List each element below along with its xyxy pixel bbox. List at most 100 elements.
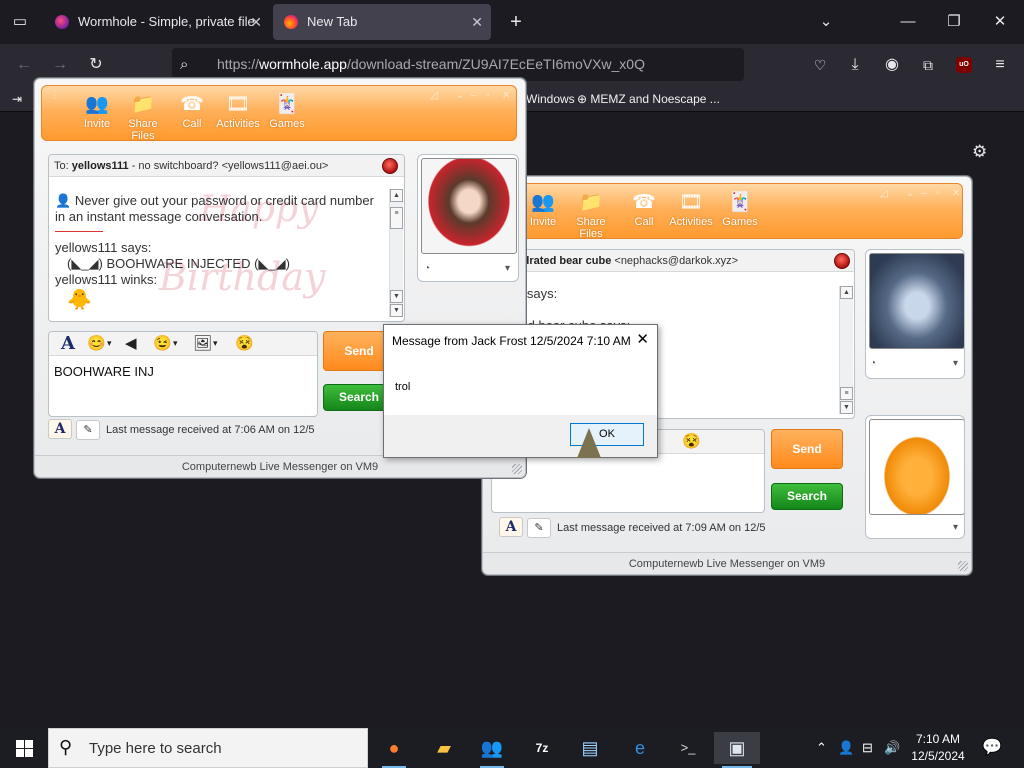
send-button[interactable]: Send xyxy=(771,429,843,469)
taskbar-search-box[interactable]: ⚲ Type here to search xyxy=(48,728,368,768)
chevron-down-icon[interactable]: ▾ xyxy=(953,522,958,533)
own-display-picture[interactable]: ▾ xyxy=(865,415,965,539)
block-contact-icon[interactable] xyxy=(382,158,398,174)
chevron-down-icon[interactable]: ▾ xyxy=(107,338,112,349)
chevron-down-icon[interactable]: ▾ xyxy=(953,358,958,369)
activities-button[interactable]: 🎞 Activities xyxy=(668,190,714,228)
wink-icon[interactable]: 😉 xyxy=(153,334,172,352)
tab-close-icon[interactable]: ✕ xyxy=(471,4,483,40)
contact-display-picture[interactable]: ◔ ▾ xyxy=(865,249,965,379)
background-icon[interactable]: 🖼 xyxy=(193,334,212,352)
tab-close-icon[interactable]: ✕ xyxy=(250,4,262,40)
bookmark-memz[interactable]: ⊕ MEMZ and Noescape ... xyxy=(577,86,720,112)
minimize-icon[interactable]: — xyxy=(890,0,926,44)
message-draft-text[interactable]: BOOHWARE INJ xyxy=(54,364,154,379)
pin-icon[interactable]: ◿ xyxy=(880,188,888,199)
clock-date: 12/5/2024 xyxy=(911,749,965,763)
nudge-icon[interactable]: 😵 xyxy=(235,334,254,352)
chevron-down-icon[interactable]: ▾ xyxy=(505,263,510,274)
share-files-button[interactable]: 📁 Share Files xyxy=(568,190,614,240)
tab-new-tab[interactable]: New Tab ✕ xyxy=(273,4,491,40)
minimize-icon[interactable]: – xyxy=(921,188,927,199)
chevron-down-icon[interactable]: ⌄ xyxy=(456,90,464,101)
ublock-origin-icon[interactable]: uO xyxy=(956,57,972,73)
download-icon[interactable]: ⤓ xyxy=(837,44,873,86)
bookmark-windows[interactable]: Windows xyxy=(526,86,575,112)
nudge-icon[interactable]: 😵 xyxy=(682,432,701,450)
scroll-thumb[interactable]: ≡ xyxy=(840,387,853,400)
scroll-thumb[interactable]: ≡ xyxy=(390,207,403,229)
notepad-icon[interactable]: ▤ xyxy=(570,732,610,764)
block-contact-icon[interactable] xyxy=(834,253,850,269)
extensions-icon[interactable]: ⧉ xyxy=(910,44,946,86)
hamburger-menu-icon[interactable]: ≡ xyxy=(982,44,1018,86)
voice-clip-icon[interactable]: ◀ xyxy=(125,334,137,352)
tab-wormhole[interactable]: Wormhole - Simple, private file ✕ xyxy=(44,4,270,40)
call-button[interactable]: ☎ Call xyxy=(169,92,215,130)
search-button[interactable]: Search xyxy=(771,483,843,510)
restore-icon[interactable]: ▫ xyxy=(936,188,940,199)
scroll-down-icon[interactable]: ▼ xyxy=(840,401,853,414)
messenger-tray-icon[interactable]: 👤 xyxy=(838,728,854,768)
window-close-icon[interactable]: ✕ xyxy=(982,0,1018,44)
scroll-up-icon[interactable]: ▲ xyxy=(840,286,853,299)
address-bar[interactable]: ⌕ https://wormhole.app/download-stream/Z… xyxy=(172,48,744,81)
start-button[interactable] xyxy=(0,728,48,768)
activities-button[interactable]: 🎞 Activities xyxy=(215,92,261,130)
close-icon[interactable]: ✕ xyxy=(952,188,960,199)
command-prompt-icon[interactable]: >_ xyxy=(668,732,708,764)
security-notice: 👤 Never give out your password or credit… xyxy=(55,193,374,224)
taskbar-clock[interactable]: 7:10 AM 12/5/2024 xyxy=(902,731,974,765)
close-icon[interactable]: ✕ xyxy=(636,330,649,348)
handwriting-icon[interactable]: ✎ xyxy=(76,420,100,440)
font-button[interactable]: A xyxy=(499,517,523,537)
scroll-end-icon[interactable]: ▼ xyxy=(390,304,403,317)
pin-icon[interactable]: ◿ xyxy=(430,90,438,101)
network-icon[interactable]: ⊟ xyxy=(862,728,873,768)
internet-explorer-icon[interactable]: e xyxy=(620,732,660,764)
messenger-status-bar: Computernewb Live Messenger on VM9 xyxy=(35,455,525,477)
import-bookmarks-icon[interactable]: ⇥ xyxy=(12,86,22,112)
chevron-down-icon[interactable]: ▾ xyxy=(173,338,178,349)
firefox-icon[interactable]: ● xyxy=(374,732,414,768)
url-text[interactable]: https://wormhole.app/download-stream/ZU9… xyxy=(217,48,645,81)
font-button[interactable]: A xyxy=(48,419,72,439)
messenger-icon[interactable]: 👥 xyxy=(472,732,512,768)
pocket-icon[interactable]: ♡ xyxy=(802,44,838,86)
minimize-icon[interactable]: – xyxy=(471,90,477,101)
invite-button[interactable]: 👥 Invite xyxy=(520,190,566,228)
font-button[interactable]: A xyxy=(61,333,75,354)
call-button[interactable]: ☎ Call xyxy=(621,190,667,228)
resize-grip[interactable] xyxy=(512,464,522,474)
chevron-down-icon[interactable]: ⌄ xyxy=(906,188,914,199)
handwriting-icon[interactable]: ✎ xyxy=(527,518,551,538)
chevron-down-icon[interactable]: ▾ xyxy=(213,338,218,349)
restore-icon[interactable]: ❐ xyxy=(936,0,972,44)
chevron-up-icon[interactable]: ⌃ xyxy=(816,728,827,768)
resize-grip[interactable] xyxy=(958,561,968,571)
contact-display-picture[interactable]: ◔ ▾ xyxy=(417,154,519,282)
volume-icon[interactable]: 🔊 xyxy=(884,728,900,768)
games-button[interactable]: 🃏 Games xyxy=(717,190,763,228)
scrollbar[interactable]: ▲ ≡ ▼ ▼ xyxy=(389,189,403,317)
restore-icon[interactable]: ▫ xyxy=(486,90,490,101)
plus-icon[interactable]: + xyxy=(498,0,534,44)
share-files-button[interactable]: 📁 Share Files xyxy=(120,92,166,142)
emoticon-icon[interactable]: 😊 xyxy=(87,334,106,352)
scroll-down-icon[interactable]: ▼ xyxy=(390,290,403,303)
chevron-down-icon[interactable]: ⌄ xyxy=(808,0,844,44)
gear-icon[interactable]: ⚙ xyxy=(972,142,987,162)
menu-icon[interactable]: ⋮ xyxy=(50,90,60,101)
games-button[interactable]: 🃏 Games xyxy=(264,92,310,130)
7zip-icon[interactable]: 7z xyxy=(522,732,562,764)
scroll-up-icon[interactable]: ▲ xyxy=(390,189,403,202)
scrollbar[interactable]: ▲ ≡ ▼ xyxy=(839,286,853,414)
close-icon[interactable]: ✕ xyxy=(502,90,510,101)
notifications-icon[interactable]: 💬 xyxy=(982,728,1002,768)
tab-list-icon[interactable]: ▭ xyxy=(2,0,38,44)
message-input-box[interactable]: A 😊 ▾ ◀ 😉 ▾ 🖼 ▾ 😵 BOOHWARE INJ xyxy=(48,331,318,417)
file-explorer-icon[interactable]: ▰ xyxy=(424,732,464,764)
window-app-icon[interactable]: ▣ xyxy=(714,732,760,768)
account-icon[interactable]: ◉ xyxy=(874,44,910,86)
invite-button[interactable]: 👥 Invite xyxy=(74,92,120,130)
